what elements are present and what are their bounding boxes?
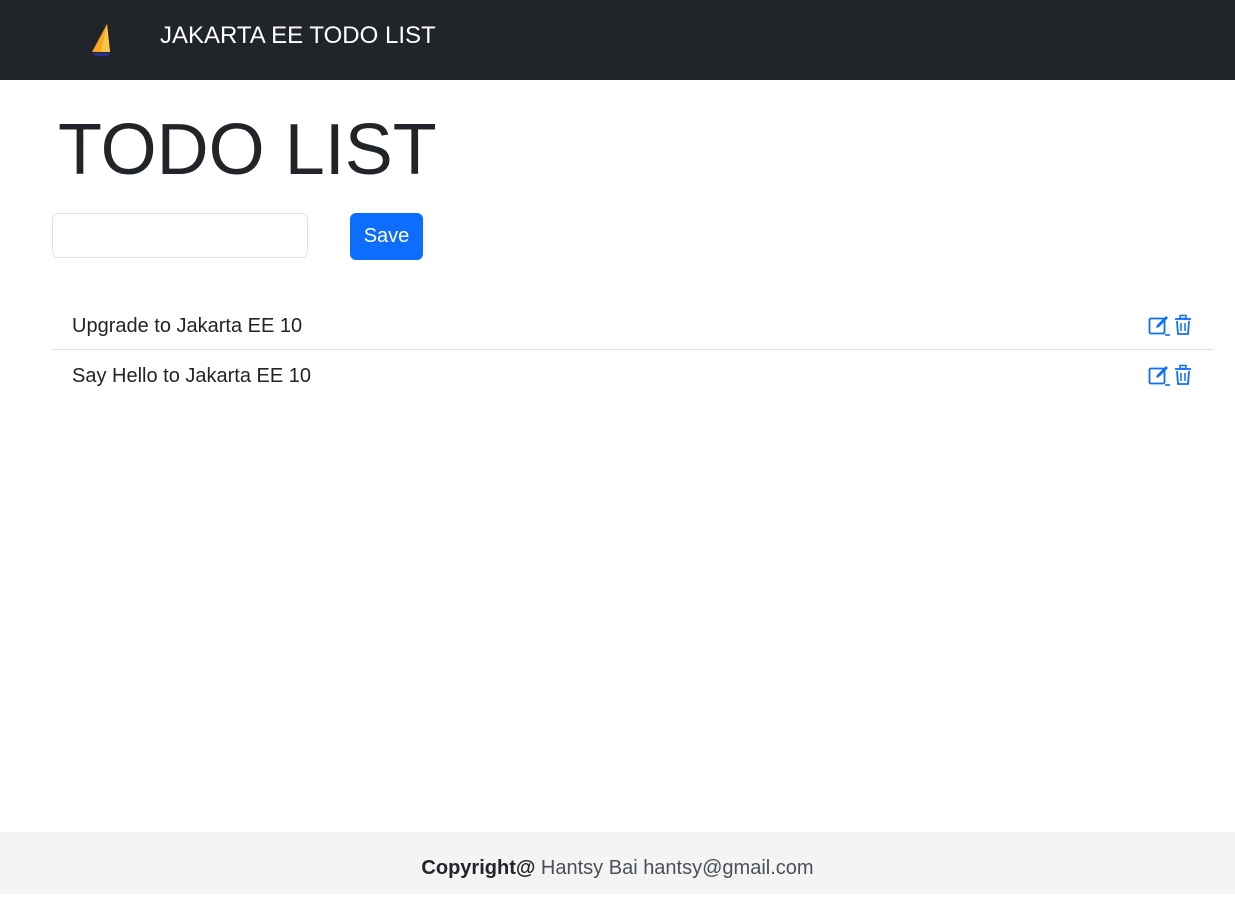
list-item: Upgrade to Jakarta EE 10 <box>52 300 1214 350</box>
todo-text: Say Hello to Jakarta EE 10 <box>72 365 312 387</box>
copyright-label: Copyright@ <box>421 857 536 879</box>
save-button[interactable]: Save <box>350 213 423 260</box>
todo-text: Upgrade to Jakarta EE 10 <box>72 315 303 337</box>
trash-icon[interactable] <box>1172 314 1194 336</box>
navbar: JAKARTA EE TODO LIST <box>0 0 1235 80</box>
edit-icon[interactable] <box>1148 364 1170 386</box>
footer: Copyright@ Hantsy Bai hantsy@gmail.com <box>0 832 1235 894</box>
todo-list: Upgrade to Jakarta EE 10 Say Hello to Ja… <box>52 300 1214 400</box>
todo-input[interactable] <box>52 213 308 258</box>
list-item: Say Hello to Jakarta EE 10 <box>52 350 1214 400</box>
trash-icon[interactable] <box>1172 364 1194 386</box>
item-actions <box>1146 314 1194 336</box>
jakarta-logo-icon[interactable] <box>88 20 118 60</box>
edit-icon[interactable] <box>1148 314 1170 336</box>
page-title: TODO LIST <box>58 110 437 190</box>
item-actions <box>1146 364 1194 386</box>
copyright-author: Hantsy Bai hantsy@gmail.com <box>540 857 814 879</box>
app-title[interactable]: JAKARTA EE TODO LIST <box>160 20 436 52</box>
